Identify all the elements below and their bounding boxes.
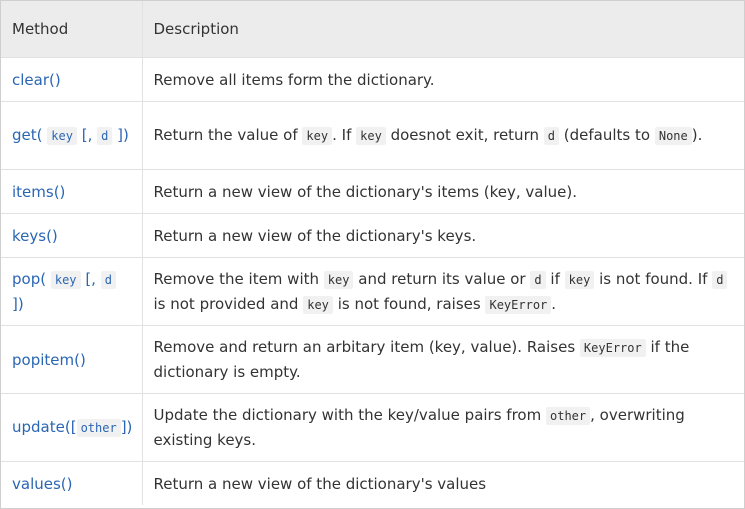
method-cell: update([other]) [1, 393, 143, 462]
description-text: Update the dictionary with the key/value… [153, 406, 542, 424]
inline-code: other [546, 407, 591, 425]
method-punct: ]) [120, 418, 133, 436]
inline-code: KeyError [579, 339, 646, 357]
description-text: Return a new view of the dictionary's it… [153, 182, 578, 201]
method-cell: items() [1, 169, 143, 214]
table-row: update([other]) Update the dictionary wi… [1, 393, 744, 462]
description-cell: Remove the item with key and return its … [142, 257, 744, 326]
description-text: . [551, 294, 557, 313]
description-text: . If [332, 126, 352, 144]
description-cell: Return a new view of the dictionary's ke… [142, 213, 744, 258]
table-row: keys() Return a new view of the dictiona… [1, 213, 744, 258]
method-cell: pop( key [, d ]) [1, 257, 143, 326]
method-name: popitem() [12, 350, 86, 369]
description-text: doesnot exit, return [390, 126, 539, 144]
inline-code: key [564, 270, 595, 289]
header-method: Method [1, 1, 143, 58]
inline-code: key [303, 295, 333, 314]
description-cell: Return the value of key. If key doesnot … [142, 101, 744, 170]
method-arg: d [97, 127, 113, 145]
method-arg: key [50, 271, 81, 289]
table-row: popitem() Remove and return an arbitary … [1, 325, 744, 394]
method-cell: values() [1, 461, 143, 505]
description-text: ). [691, 126, 703, 144]
description-text: Return a new view of the dictionary's va… [153, 474, 487, 493]
description-text: and return its value or [358, 269, 526, 288]
description-cell: Return a new view of the dictionary's it… [142, 169, 744, 214]
method-arg: d [100, 271, 116, 289]
description-text: is not found, raises [337, 294, 481, 313]
description-cell: Update the dictionary with the key/value… [142, 393, 744, 462]
inline-code: KeyError [485, 295, 552, 314]
table-header-row: Method Description [1, 1, 744, 58]
inline-code: d [712, 270, 728, 289]
description-text: if [550, 269, 560, 288]
method-arg: other [76, 419, 121, 437]
method-name: values() [12, 474, 73, 493]
inline-code: key [356, 127, 386, 145]
method-name: clear() [12, 70, 61, 89]
description-text: Remove and return an arbitary item (key,… [153, 338, 576, 356]
method-cell: clear() [1, 57, 143, 102]
method-punct: ]) [117, 126, 129, 144]
inline-code: d [543, 127, 559, 145]
method-punct: ]) [12, 295, 24, 313]
method-punct: [, [81, 126, 93, 144]
method-arg: key [47, 127, 77, 145]
table-row: values() Return a new view of the dictio… [1, 461, 744, 506]
header-description: Description [142, 1, 744, 58]
inline-code: key [323, 270, 354, 289]
description-text: Return the value of [153, 126, 298, 144]
description-cell: Return a new view of the dictionary's va… [142, 462, 744, 506]
description-cell: Remove and return an arbitary item (key,… [142, 325, 744, 394]
method-cell: get( key [, d ]) [1, 101, 143, 170]
table-row: get( key [, d ]) Return the value of key… [1, 101, 744, 170]
description-text: Remove the item with [153, 269, 320, 288]
inline-code: d [530, 270, 546, 289]
description-text: (defaults to [563, 126, 651, 144]
dictionary-methods-table: Method Description clear() Remove all it… [1, 1, 744, 505]
description-text: Return a new view of the dictionary's ke… [153, 226, 477, 245]
method-name: pop( [12, 270, 47, 288]
method-cell: popitem() [1, 325, 143, 394]
methods-table-container: Method Description clear() Remove all it… [0, 0, 745, 509]
inline-code: None [654, 127, 692, 145]
method-name: items() [12, 182, 66, 201]
method-cell: keys() [1, 213, 143, 258]
description-cell: Remove all items form the dictionary. [142, 57, 744, 102]
table-row: items() Return a new view of the diction… [1, 169, 744, 214]
method-name: get( [12, 126, 43, 144]
method-punct: [, [85, 270, 96, 288]
description-text: is not provided and [153, 294, 299, 313]
table-row: pop( key [, d ]) Remove the item with ke… [1, 257, 744, 326]
method-name: update([ [12, 418, 77, 436]
method-name: keys() [12, 226, 58, 245]
description-text: is not found. If [599, 269, 708, 288]
inline-code: key [302, 127, 333, 145]
description-text: Remove all items form the dictionary. [153, 70, 435, 89]
table-row: clear() Remove all items form the dictio… [1, 57, 744, 102]
